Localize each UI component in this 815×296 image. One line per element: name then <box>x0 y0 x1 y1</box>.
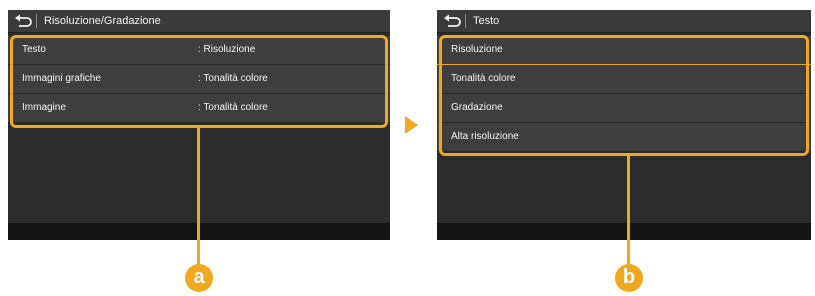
back-arrow-icon[interactable] <box>443 14 463 28</box>
back-arrow-icon[interactable] <box>14 14 34 28</box>
bottom-bar <box>437 223 811 240</box>
callout-line-b <box>627 155 630 268</box>
title-bar: Risoluzione/Gradazione <box>8 10 390 33</box>
callout-badge-b: b <box>615 264 643 292</box>
title-separator <box>465 14 466 28</box>
callout-line-a <box>197 127 200 268</box>
callout-badge-a: a <box>185 264 213 292</box>
title-separator <box>36 14 37 28</box>
title-bar: Testo <box>437 10 811 33</box>
highlight-frame-a <box>10 35 388 128</box>
highlight-frame-b <box>439 35 809 156</box>
page-title: Testo <box>473 15 500 27</box>
right-arrow-icon <box>405 116 418 134</box>
page-title: Risoluzione/Gradazione <box>44 15 161 27</box>
